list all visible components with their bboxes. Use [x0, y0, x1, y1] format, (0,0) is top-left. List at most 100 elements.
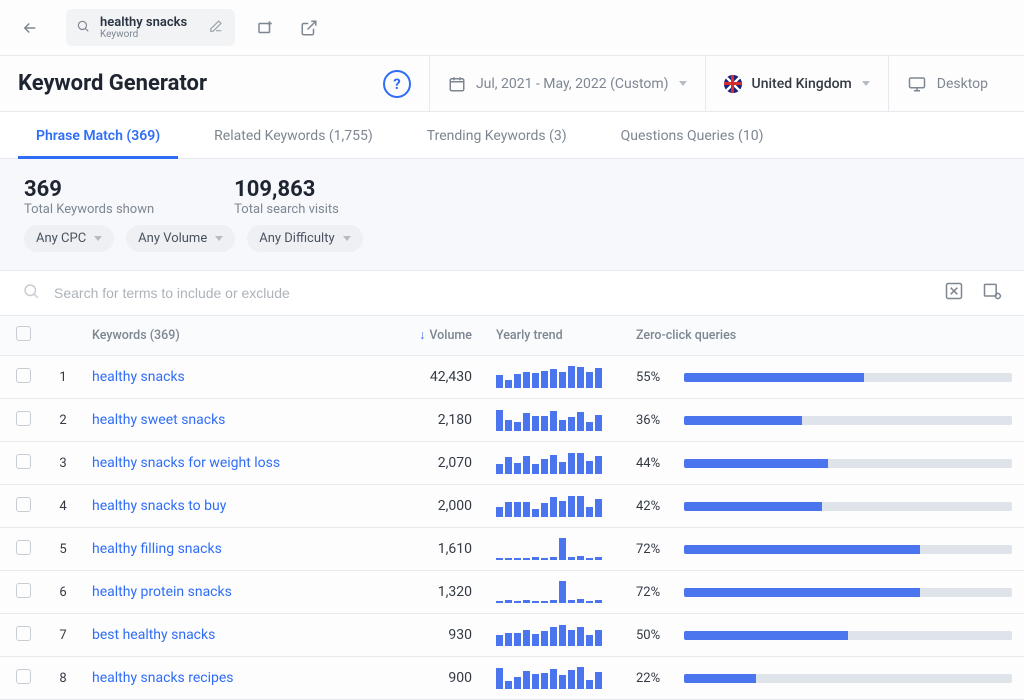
zcq-bar [684, 416, 1012, 425]
row-checkbox[interactable] [16, 454, 31, 469]
zcq-bar [684, 631, 1012, 640]
include-exclude-input[interactable] [52, 284, 944, 302]
row-checkbox[interactable] [16, 368, 31, 383]
tab[interactable]: Trending Keywords (3) [409, 112, 585, 158]
add-tab-icon [256, 19, 274, 37]
keyword-link[interactable]: best healthy snacks [92, 627, 215, 643]
zcq-percent: 36% [636, 413, 670, 428]
filter-difficulty[interactable]: Any Difficulty [247, 225, 362, 252]
desktop-icon [907, 75, 927, 93]
row-index: 7 [46, 614, 80, 657]
row-index: 1 [46, 356, 80, 399]
row-index: 2 [46, 399, 80, 442]
col-trend[interactable]: Yearly trend [484, 316, 624, 356]
total-keywords-label: Total Keywords shown [24, 202, 154, 217]
trend-sparkline [496, 538, 612, 560]
search-icon [22, 282, 40, 304]
zcq-bar [684, 588, 1012, 597]
trend-sparkline [496, 495, 612, 517]
col-volume[interactable]: ↓Volume [394, 316, 484, 356]
total-visits-value: 109,863 [234, 177, 339, 202]
volume-value: 1,610 [394, 528, 484, 571]
zcq-percent: 50% [636, 628, 670, 643]
table-settings-button[interactable] [982, 281, 1002, 305]
volume-value: 2,000 [394, 485, 484, 528]
zcq-percent: 72% [636, 585, 670, 600]
tab[interactable]: Related Keywords (1,755) [196, 112, 391, 158]
table-row: 2 healthy sweet snacks 2,180 36% [0, 399, 1024, 442]
zcq-percent: 22% [636, 671, 670, 686]
zcq-bar [684, 674, 1012, 683]
country-selector[interactable]: United Kingdom [705, 56, 888, 112]
row-index: 6 [46, 571, 80, 614]
volume-value: 1,320 [394, 571, 484, 614]
volume-value: 2,180 [394, 399, 484, 442]
zcq-bar [684, 545, 1012, 554]
keyword-link[interactable]: healthy sweet snacks [92, 412, 225, 428]
tab[interactable]: Phrase Match (369) [18, 112, 178, 158]
table-row: 1 healthy snacks 42,430 55% [0, 356, 1024, 399]
keyword-chip[interactable]: healthy snacks Keyword [66, 9, 235, 46]
external-link-icon [300, 19, 318, 37]
add-tab-button[interactable] [251, 14, 279, 42]
filter-cpc[interactable]: Any CPC [24, 225, 114, 252]
col-keywords[interactable]: Keywords (369) [80, 316, 394, 356]
table-row: 7best healthy snacks93050% [0, 614, 1024, 657]
keyword-link[interactable]: healthy snacks for weight loss [92, 455, 280, 471]
row-checkbox[interactable] [16, 669, 31, 684]
row-checkbox[interactable] [16, 626, 31, 641]
zcq-bar [684, 502, 1012, 511]
total-visits-label: Total search visits [234, 202, 339, 217]
row-checkbox[interactable] [16, 583, 31, 598]
trend-sparkline [496, 452, 612, 474]
open-external-button[interactable] [295, 14, 323, 42]
page-title: Keyword Generator [18, 71, 207, 96]
excel-icon [944, 281, 964, 301]
row-index: 3 [46, 442, 80, 485]
trend-sparkline [496, 667, 612, 689]
row-checkbox[interactable] [16, 497, 31, 512]
table-row: 5 healthy filling snacks 1,610 72% [0, 528, 1024, 571]
col-zcq[interactable]: Zero-click queries [624, 316, 1024, 356]
row-checkbox[interactable] [16, 411, 31, 426]
keyword-link[interactable]: healthy filling snacks [92, 541, 222, 557]
filter-volume[interactable]: Any Volume [126, 225, 235, 252]
trend-sparkline [496, 409, 612, 431]
zcq-percent: 55% [636, 370, 670, 385]
zcq-bar [684, 459, 1012, 468]
keyword-link[interactable]: healthy snacks recipes [92, 670, 234, 686]
chevron-down-icon [862, 81, 870, 86]
trend-sparkline [496, 366, 612, 388]
row-index: 5 [46, 528, 80, 571]
edit-icon[interactable] [209, 18, 223, 37]
keyword-link[interactable]: healthy snacks [92, 369, 185, 385]
uk-flag-icon [724, 75, 742, 93]
keyword-link[interactable]: healthy protein snacks [92, 584, 232, 600]
zcq-percent: 72% [636, 542, 670, 557]
volume-value: 42,430 [394, 356, 484, 399]
chevron-down-icon [343, 236, 351, 241]
settings-column-icon [982, 281, 1002, 301]
row-index: 4 [46, 485, 80, 528]
tab[interactable]: Questions Queries (10) [603, 112, 782, 158]
sort-desc-icon: ↓ [419, 328, 425, 343]
keyword-type: Keyword [100, 30, 187, 40]
row-index: 8 [46, 657, 80, 700]
help-button[interactable]: ? [383, 70, 411, 98]
back-button[interactable] [16, 14, 44, 42]
total-keywords-value: 369 [24, 177, 154, 202]
volume-value: 900 [394, 657, 484, 700]
date-range-selector[interactable]: Jul, 2021 - May, 2022 (Custom) [429, 56, 705, 112]
keyword-link[interactable]: healthy snacks to buy [92, 498, 226, 514]
table-row: 8 healthy snacks recipes 900 22% [0, 657, 1024, 700]
zcq-percent: 44% [636, 456, 670, 471]
device-selector[interactable]: Desktop [888, 56, 1006, 112]
country-label: United Kingdom [752, 76, 852, 92]
select-all-checkbox[interactable] [16, 326, 31, 341]
arrow-left-icon [21, 19, 39, 37]
zcq-bar [684, 373, 1012, 382]
device-label: Desktop [937, 76, 988, 92]
export-excel-button[interactable] [944, 281, 964, 305]
row-checkbox[interactable] [16, 540, 31, 555]
chevron-down-icon [94, 236, 102, 241]
